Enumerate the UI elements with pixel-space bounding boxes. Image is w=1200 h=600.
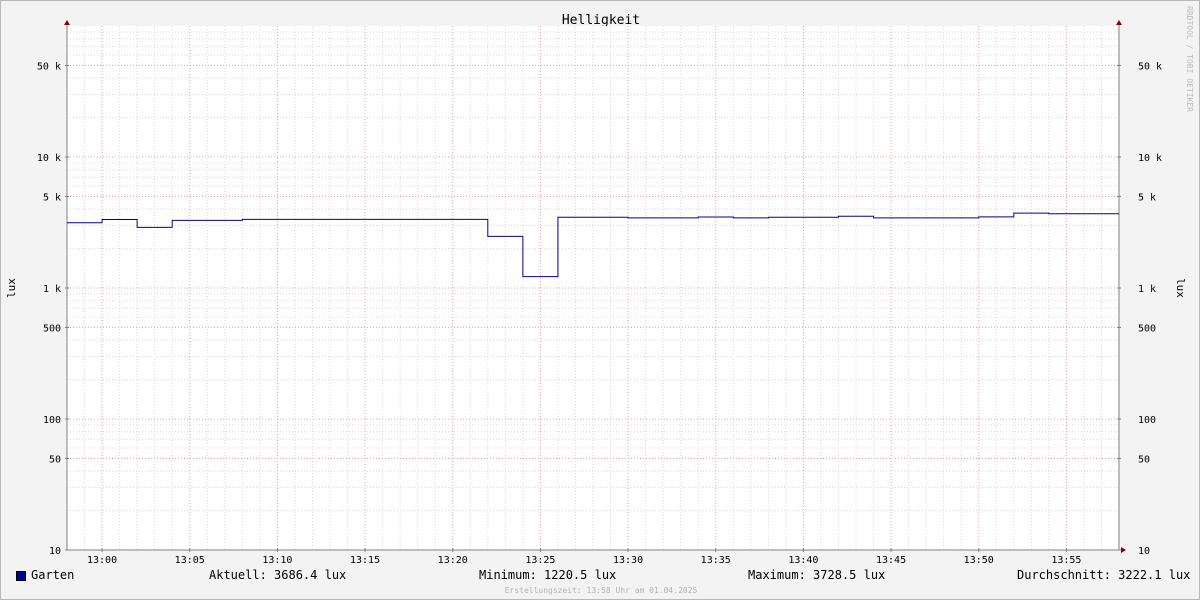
- x-tick-label: 13:15: [350, 555, 380, 566]
- y-tick-label-right: 1 k: [1138, 284, 1156, 295]
- x-tick-label: 13:55: [1051, 555, 1081, 566]
- x-tick-label: 13:20: [438, 555, 468, 566]
- y-axis-arrow-right: [1116, 20, 1122, 25]
- y-tick-label-right: 10 k: [1138, 153, 1162, 164]
- y-tick-label-right: 5 k: [1138, 192, 1156, 203]
- y-tick-label-left: 10 k: [37, 153, 61, 164]
- legend-maximum: Maximum: 3728.5 lux: [748, 568, 886, 582]
- x-tick-label: 13:25: [525, 555, 555, 566]
- y-tick-label-left: 50 k: [37, 61, 61, 72]
- y-tick-label-right: 10: [1138, 546, 1150, 557]
- y-tick-label-left: 5 k: [43, 192, 61, 203]
- y-tick-label-right: 100: [1138, 415, 1156, 426]
- x-tick-label: 13:30: [613, 555, 643, 566]
- x-tick-label: 13:00: [87, 555, 117, 566]
- brightness-chart: Helligkeit RRDTOOL / TOBI OETIKER lux lu…: [5, 6, 1194, 566]
- chart-frame: Helligkeit RRDTOOL / TOBI OETIKER lux lu…: [0, 0, 1200, 600]
- y-tick-label-left: 1 k: [43, 284, 61, 295]
- grid: [67, 26, 1119, 551]
- legend: Garten Aktuell: 3686.4 lux Minimum: 1220…: [1, 567, 1200, 585]
- chart-title: Helligkeit: [562, 13, 640, 28]
- y-tick-label-left: 500: [43, 323, 61, 334]
- x-tick-label: 13:40: [788, 555, 818, 566]
- legend-current: Aktuell: 3686.4 lux: [209, 568, 347, 582]
- x-tick-label: 13:45: [876, 555, 906, 566]
- y-tick-label-left: 10: [49, 546, 61, 557]
- y-tick-label-right: 500: [1138, 323, 1156, 334]
- y-tick-label-right: 50: [1138, 454, 1150, 465]
- x-tick-label: 13:50: [964, 555, 994, 566]
- x-tick-label: 13:35: [701, 555, 731, 566]
- y-axis-arrow-left: [64, 20, 70, 25]
- y-tick-label-left: 50: [49, 454, 61, 465]
- legend-swatch: [16, 571, 26, 581]
- y-tick-label-right: 50 k: [1138, 61, 1162, 72]
- x-axis-arrow: [1121, 547, 1126, 553]
- y-tick-label-left: 100: [43, 415, 61, 426]
- legend-series-name: Garten: [31, 568, 75, 582]
- x-tick-label: 13:10: [262, 555, 292, 566]
- watermark: RRDTOOL / TOBI OETIKER: [1185, 6, 1194, 112]
- creation-time: Erstellungszeit: 13:58 Uhr am 01.04.2025: [504, 586, 698, 595]
- legend-minimum: Minimum: 1220.5 lux: [479, 568, 617, 582]
- x-tick-label: 13:05: [175, 555, 205, 566]
- legend-average: Durchschnitt: 3222.1 lux: [1017, 568, 1191, 582]
- y-axis-label-right: lux: [1174, 278, 1187, 298]
- y-axis-label-left: lux: [5, 278, 18, 298]
